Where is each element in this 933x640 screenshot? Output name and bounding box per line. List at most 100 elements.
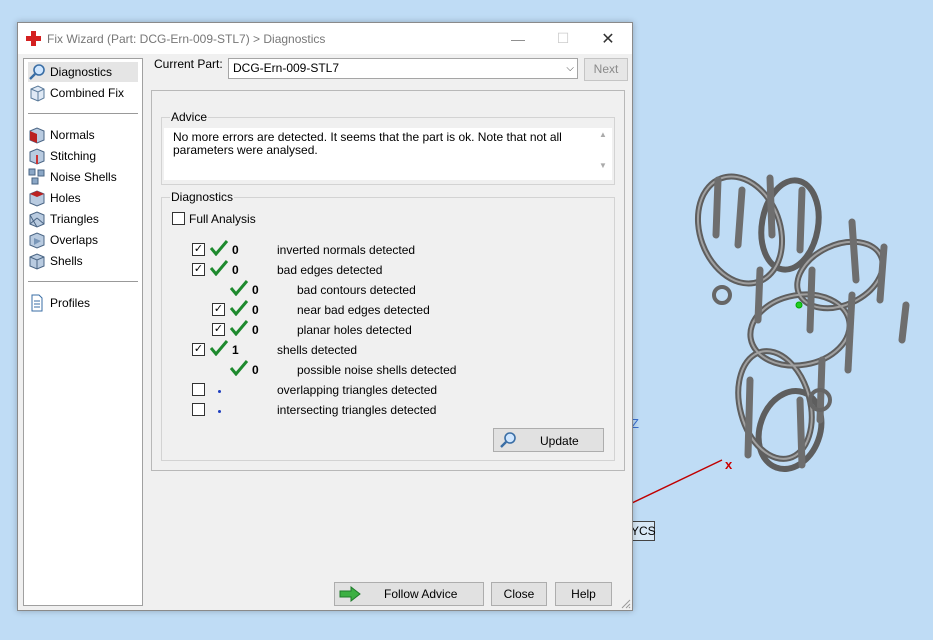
green-arrow-icon [339, 586, 361, 602]
advice-scrollbar[interactable]: ▲ ▼ [596, 130, 610, 176]
scroll-down-icon[interactable]: ▼ [596, 161, 610, 170]
noise-shells-label: possible noise shells detected [297, 363, 457, 377]
green-check-icon [209, 240, 229, 256]
sidebar-item-label: Overlaps [50, 233, 99, 247]
bad-edges-checkbox[interactable]: ✓ [192, 263, 205, 276]
sidebar-item-normals[interactable]: Normals [28, 125, 95, 145]
intersecting-triangles-label: intersecting triangles detected [277, 403, 437, 417]
current-part-select[interactable]: DCG-Ern-009-STL7 ⌵ [228, 58, 578, 79]
sidebar-item-label: Shells [50, 254, 83, 268]
maximize-button[interactable]: ☐ [541, 23, 585, 54]
minimize-icon: — [511, 30, 525, 47]
fix-wizard-dialog: Fix Wizard (Part: DCG-Ern-009-STL7) > Di… [17, 22, 633, 611]
overlaps-cube-icon [29, 232, 45, 249]
green-check-icon [229, 360, 249, 376]
diagnostics-group: Diagnostics Full Analysis ✓ 0 inverted n… [161, 190, 615, 461]
follow-advice-label: Follow Advice [384, 587, 458, 601]
sidebar-item-holes[interactable]: Holes [28, 188, 81, 208]
update-button[interactable]: Update [493, 428, 604, 452]
inverted-normals-checkbox[interactable]: ✓ [192, 243, 205, 256]
overlapping-triangles-label: overlapping triangles detected [277, 383, 438, 397]
pending-dot-icon [218, 410, 221, 413]
shells-cube-icon [29, 253, 45, 270]
minimize-button[interactable]: — [496, 23, 540, 54]
advice-text: No more errors are detected. It seems th… [173, 130, 562, 157]
sidebar-item-combined-fix[interactable]: Combined Fix [28, 83, 124, 103]
sidebar-item-label: Noise Shells [50, 170, 117, 184]
diagnostics-panel: Advice No more errors are detected. It s… [151, 90, 625, 471]
close-icon: ✕ [601, 30, 615, 48]
near-bad-edges-checkbox[interactable]: ✓ [212, 303, 225, 316]
green-check-icon [209, 340, 229, 356]
sidebar-item-shells[interactable]: Shells [28, 251, 83, 271]
sidebar-item-overlaps[interactable]: Overlaps [28, 230, 98, 250]
sidebar-item-label: Stitching [50, 149, 97, 163]
bad-contours-label: bad contours detected [297, 283, 416, 297]
shells-checkbox[interactable]: ✓ [192, 343, 205, 356]
resize-grip-icon[interactable] [621, 599, 631, 609]
advice-title: Advice [170, 110, 209, 124]
x-axis-label: x [725, 457, 733, 472]
title-bar[interactable]: Fix Wizard (Part: DCG-Ern-009-STL7) > Di… [18, 23, 632, 54]
next-button[interactable]: Next [584, 58, 628, 81]
sidebar-item-diagnostics[interactable]: Diagnostics [28, 62, 138, 82]
sidebar-item-stitching[interactable]: Stitching [28, 146, 96, 166]
sidebar-item-triangles[interactable]: Triangles [28, 209, 99, 229]
intersecting-triangles-checkbox[interactable] [192, 403, 205, 416]
full-analysis-label: Full Analysis [189, 212, 256, 226]
planar-holes-count: 0 [252, 323, 259, 337]
magnifier-icon [29, 64, 45, 80]
close-button[interactable]: Close [491, 582, 547, 606]
green-check-icon [229, 320, 249, 336]
near-bad-edges-label: near bad edges detected [297, 303, 430, 317]
shells-count: 1 [232, 343, 239, 357]
chevron-down-icon: ⌵ [566, 63, 574, 74]
sidebar-item-label: Profiles [50, 296, 91, 310]
current-part-label: Current Part: [154, 57, 223, 71]
near-bad-edges-count: 0 [252, 303, 259, 317]
sidebar-item-noise-shells[interactable]: Noise Shells [28, 167, 117, 187]
help-button[interactable]: Help [555, 582, 612, 606]
sidebar-item-profiles[interactable]: Profiles [28, 293, 90, 313]
maximize-icon: ☐ [556, 30, 570, 46]
scroll-up-icon[interactable]: ▲ [596, 130, 610, 139]
wizard-sidebar: Diagnostics Combined Fix Normals Stitchi… [23, 58, 143, 606]
advice-textbox[interactable]: No more errors are detected. It seems th… [164, 128, 612, 180]
pending-dot-icon [218, 390, 221, 393]
app-cross-icon [26, 31, 41, 46]
pivot-marker[interactable] [795, 301, 803, 309]
bad-edges-label: bad edges detected [277, 263, 383, 277]
update-label: Update [540, 434, 579, 448]
sidebar-item-label: Normals [50, 128, 95, 142]
sidebar-divider [28, 281, 138, 282]
holes-cube-icon [29, 190, 45, 207]
sidebar-item-label: Diagnostics [50, 65, 113, 79]
planar-holes-checkbox[interactable]: ✓ [212, 323, 225, 336]
advice-group: Advice No more errors are detected. It s… [161, 110, 615, 185]
overlapping-triangles-checkbox[interactable] [192, 383, 205, 396]
current-part-value: DCG-Ern-009-STL7 [233, 61, 340, 75]
x-axis-line [631, 459, 723, 504]
sidebar-divider [28, 113, 138, 114]
bad-contours-count: 0 [252, 283, 259, 297]
bad-edges-count: 0 [232, 263, 239, 277]
noise-shells-count: 0 [252, 363, 259, 377]
full-analysis-checkbox[interactable] [172, 212, 185, 225]
sidebar-item-label: Combined Fix [50, 86, 125, 100]
green-check-icon [229, 280, 249, 296]
green-check-icon [229, 300, 249, 316]
inverted-normals-count: 0 [232, 243, 239, 257]
stitching-cube-icon [29, 148, 45, 165]
diagnostics-title: Diagnostics [170, 190, 235, 204]
follow-advice-button[interactable]: Follow Advice [334, 582, 484, 606]
cube-icon [30, 85, 45, 102]
document-icon [31, 294, 43, 312]
ucs-label: YCS [630, 521, 656, 541]
triangles-cube-icon [29, 211, 45, 228]
green-check-icon [209, 260, 229, 276]
close-window-button[interactable]: ✕ [586, 23, 630, 54]
inverted-normals-label: inverted normals detected [277, 243, 416, 257]
sidebar-item-label: Holes [50, 191, 81, 205]
window-title: Fix Wizard (Part: DCG-Ern-009-STL7) > Di… [47, 32, 326, 46]
shells-label: shells detected [277, 343, 358, 357]
